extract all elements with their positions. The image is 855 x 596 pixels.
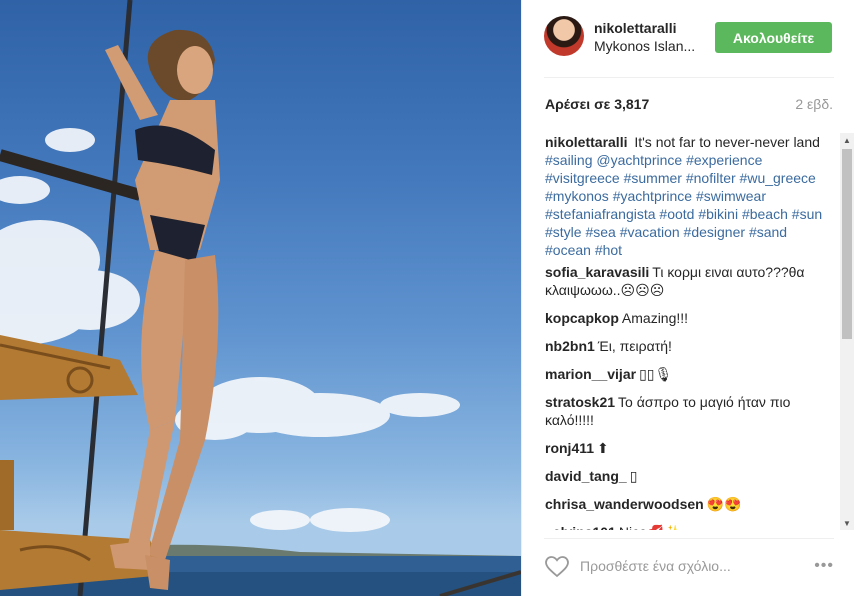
heart-icon[interactable] (545, 556, 569, 578)
comment-username[interactable]: _elvina101 (545, 524, 616, 530)
post-timestamp[interactable]: 2 εβδ. (795, 96, 833, 112)
comment-username[interactable]: nb2bn1 (545, 338, 595, 354)
hashtag-link[interactable]: #yachtprince (613, 188, 692, 204)
comment-item: chrisa_wanderwoodsen 😍😍 (545, 495, 835, 513)
likes-prefix: Αρέσει σε (545, 96, 611, 112)
hashtag-link[interactable]: #bikini (698, 206, 738, 222)
avatar[interactable] (544, 16, 584, 56)
comment-username[interactable]: sofia_karavasili (545, 264, 649, 280)
hashtag-link[interactable]: #beach (742, 206, 788, 222)
comment-text: ▯▯🎙 (639, 366, 673, 382)
comment-username[interactable]: marion__vijar (545, 366, 636, 382)
post-side-panel: nikolettaralli Mykonos Islan... Ακολουθε… (521, 0, 855, 596)
hashtag-link[interactable]: #ocean (545, 242, 591, 258)
hashtag-link[interactable]: #ootd (659, 206, 694, 222)
post-username[interactable]: nikolettaralli (594, 20, 676, 36)
add-comment-input[interactable] (580, 555, 790, 577)
post-location[interactable]: Mykonos Islan... (594, 38, 695, 54)
hashtag-link[interactable]: #experience (686, 152, 762, 168)
comment-container: sofia_karavasili Τι κορμι ειναι αυτο???θα… (545, 263, 835, 530)
hashtag-link[interactable]: #summer (624, 170, 682, 186)
caption-username[interactable]: nikolettaralli (545, 134, 627, 150)
likes-number: 3,817 (614, 96, 650, 112)
comment-text: 😍😍 (706, 496, 742, 512)
follow-button[interactable]: Ακολουθείτε (715, 22, 832, 53)
caption-text: It's not far to never-never land (634, 134, 820, 150)
comment-item: _elvina101Nice💋✨ (545, 523, 835, 530)
hashtag-link[interactable]: #hot (595, 242, 622, 258)
comment-text: ▯ (629, 468, 638, 484)
likes-row: Αρέσει σε 3,817 2 εβδ. (545, 96, 833, 116)
hashtag-link[interactable]: #sand (749, 224, 787, 240)
comment-username[interactable]: kopcapkop (545, 310, 619, 326)
hashtag-link[interactable]: #style (545, 224, 582, 240)
hashtag-link[interactable]: #sailing (545, 152, 592, 168)
hashtag-link[interactable]: #swimwear (696, 188, 766, 204)
scroll-down-arrow-icon[interactable]: ▼ (840, 516, 854, 530)
comment-item: marion__vijar ▯▯🎙 (545, 365, 835, 383)
likes-count[interactable]: Αρέσει σε 3,817 (545, 96, 649, 112)
comment-item: stratosk21 Το άσπρο το μαγιό ήταν πιο καλ… (545, 393, 835, 429)
hashtag-link[interactable]: #visitgreece (545, 170, 620, 186)
scroll-up-arrow-icon[interactable]: ▲ (840, 133, 854, 147)
comment-text: Nice💋✨ (619, 524, 682, 530)
comments-scrollbar[interactable]: ▲ ▼ (840, 133, 854, 530)
hashtag-link[interactable]: #nofilter (686, 170, 736, 186)
hashtag-link[interactable]: #wu_greece (740, 170, 816, 186)
comment-username[interactable]: ronj411 (545, 440, 594, 456)
comment-item: ronj411 ⬆ (545, 439, 835, 457)
hashtag-link[interactable]: #designer (684, 224, 746, 240)
photo-illustration (0, 0, 521, 596)
caption: nikolettaralli It's not far to never-nev… (545, 133, 835, 259)
caption-hashtags: #sailing @yachtprince #experience #visit… (545, 152, 822, 258)
comment-username[interactable]: stratosk21 (545, 394, 615, 410)
comment-item: david_tang_ ▯ (545, 467, 835, 485)
hashtag-link[interactable]: #sea (585, 224, 615, 240)
comment-item: nb2bn1 Έι, πειρατή! (545, 337, 835, 355)
hashtag-link[interactable]: #mykonos (545, 188, 609, 204)
hashtag-link[interactable]: #vacation (620, 224, 680, 240)
hashtag-link[interactable]: #stefaniafrangista (545, 206, 656, 222)
hashtag-link[interactable]: #sun (792, 206, 822, 222)
comment-text: Έι, πειρατή! (597, 338, 672, 354)
hashtag-link[interactable]: @yachtprince (596, 152, 682, 168)
comment-text: ⬆ (597, 440, 609, 456)
comment-username[interactable]: chrisa_wanderwoodsen (545, 496, 704, 512)
comments-list: nikolettaralli It's not far to never-nev… (545, 133, 835, 530)
scroll-thumb[interactable] (842, 149, 852, 339)
post-photo[interactable] (0, 0, 521, 596)
post-header: nikolettaralli Mykonos Islan... Ακολουθε… (544, 14, 834, 78)
post-footer: ••• (544, 538, 834, 596)
more-options-icon[interactable]: ••• (814, 557, 834, 575)
comment-item: kopcapkop Amazing!!! (545, 309, 835, 327)
clouds (0, 128, 460, 532)
comment-text: Amazing!!! (621, 310, 689, 326)
comment-username[interactable]: david_tang_ (545, 468, 627, 484)
comment-item: sofia_karavasili Τι κορμι ειναι αυτο???θα… (545, 263, 835, 299)
